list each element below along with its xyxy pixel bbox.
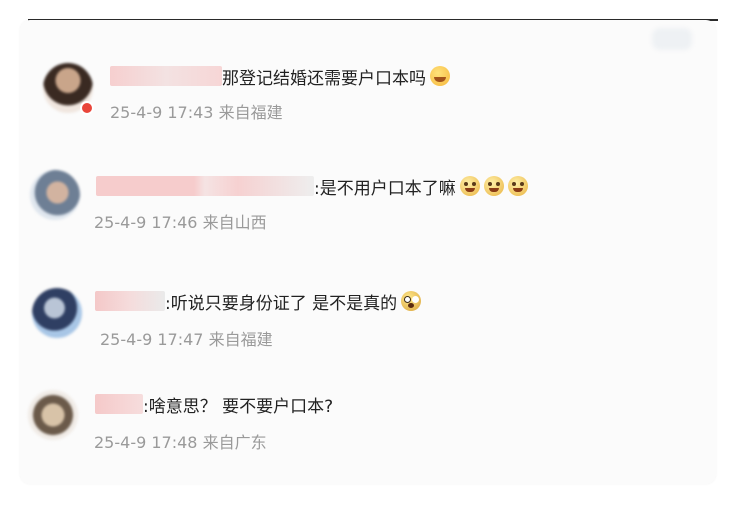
comment-meta: 25-4-9 17:48 来自广东 bbox=[94, 429, 267, 453]
shocked-emoji-icon bbox=[401, 291, 422, 311]
verified-badge-icon bbox=[80, 101, 94, 115]
comment-meta: 25-4-9 17:43 来自福建 bbox=[110, 99, 283, 123]
laugh-cry-emoji-icon bbox=[430, 66, 450, 86]
comment-item: :是不用户口本了嘛 25-4-9 17:46 来自山西 bbox=[0, 165, 748, 245]
comment-text: :是不用户口本了嘛 bbox=[314, 178, 456, 199]
comment-location: 来自山西 bbox=[202, 213, 267, 232]
comment-time: 25-4-9 17:48 bbox=[94, 433, 198, 452]
blurred-corner-element bbox=[652, 28, 692, 50]
comment-item: 那登记结婚还需要户口本吗 25-4-9 17:43 来自福建 bbox=[0, 55, 748, 135]
comment-text-row: :听说只要身份证了 是不是真的 bbox=[95, 288, 422, 314]
comment-meta: 25-4-9 17:46 来自山西 bbox=[94, 209, 267, 233]
comment-text: :啥意思？ 要不要户口本? bbox=[143, 396, 334, 417]
comment-location: 来自福建 bbox=[218, 103, 283, 122]
avatar[interactable] bbox=[30, 170, 80, 220]
comment-item: :听说只要身份证了 是不是真的 25-4-9 17:47 来自福建 bbox=[0, 280, 748, 360]
blurred-username[interactable] bbox=[95, 394, 143, 414]
comment-time: 25-4-9 17:43 bbox=[110, 103, 214, 122]
crying-emoji-icon bbox=[459, 176, 480, 196]
avatar[interactable] bbox=[28, 390, 78, 440]
blurred-username[interactable] bbox=[110, 66, 222, 86]
comment-item: :啥意思？ 要不要户口本? 25-4-9 17:48 来自广东 bbox=[0, 385, 748, 465]
comment-text-row: 那登记结婚还需要户口本吗 bbox=[110, 63, 450, 89]
comment-time: 25-4-9 17:47 bbox=[100, 330, 204, 349]
avatar[interactable] bbox=[32, 288, 82, 338]
crying-emoji-icon bbox=[507, 176, 528, 196]
comment-text: 那登记结婚还需要户口本吗 bbox=[222, 68, 426, 89]
comment-text-row: :啥意思？ 要不要户口本? bbox=[95, 391, 333, 417]
blurred-username[interactable] bbox=[96, 176, 314, 196]
comment-location: 来自福建 bbox=[208, 330, 273, 349]
comment-location: 来自广东 bbox=[202, 433, 267, 452]
comment-time: 25-4-9 17:46 bbox=[94, 213, 198, 232]
comment-text: :听说只要身份证了 是不是真的 bbox=[165, 293, 398, 314]
blurred-username[interactable] bbox=[95, 291, 165, 311]
comment-text-row: :是不用户口本了嘛 bbox=[96, 173, 528, 199]
comment-meta: 25-4-9 17:47 来自福建 bbox=[100, 326, 273, 350]
crying-emoji-icon bbox=[483, 176, 504, 196]
